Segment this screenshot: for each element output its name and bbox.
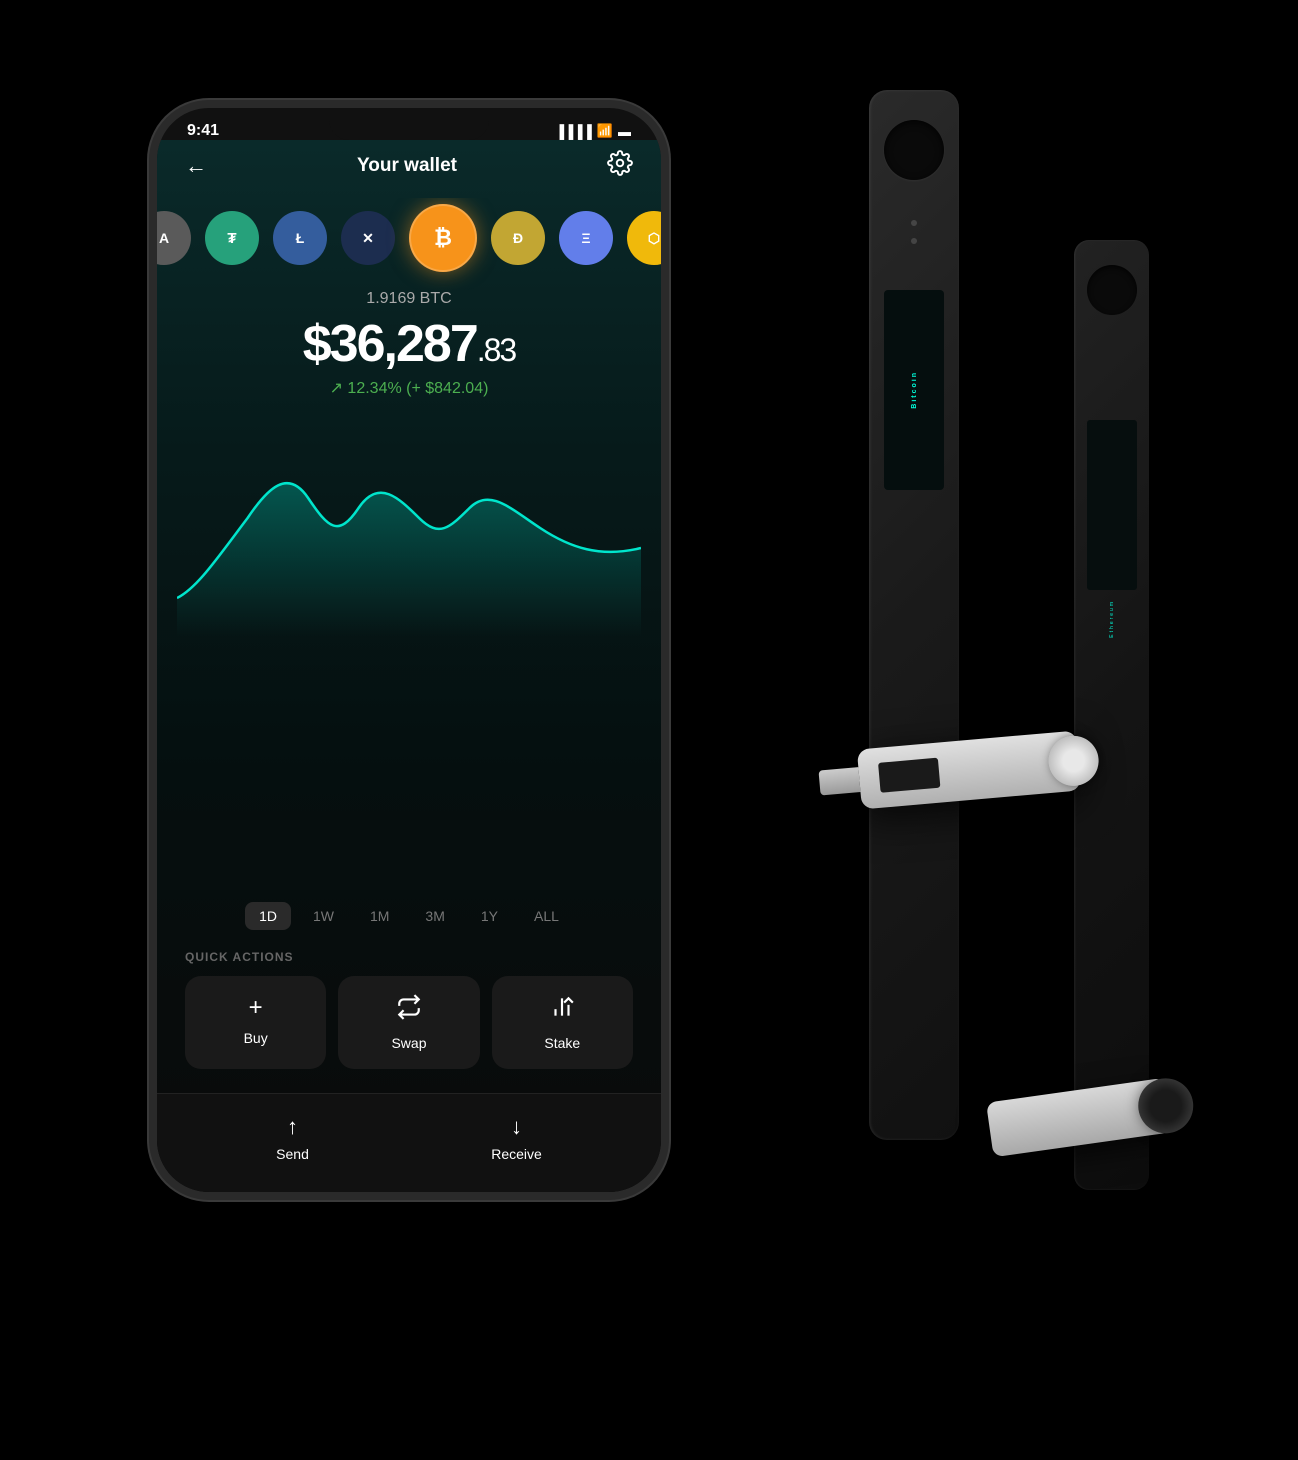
- quick-actions-label: QUICK ACTIONS: [157, 950, 661, 976]
- ledger-screen-2: [1087, 420, 1137, 590]
- back-button[interactable]: ←: [185, 153, 207, 179]
- ledger-nano-x-black-2: Ethereum: [1074, 240, 1149, 1190]
- wifi-icon: 📶: [597, 123, 613, 139]
- stake-icon: [549, 994, 575, 1027]
- ledger-screen-1: Bitcoin: [884, 290, 944, 490]
- coin-doge[interactable]: Ð: [491, 211, 545, 265]
- ledger-screen-text-2: Ethereum: [1109, 600, 1115, 638]
- stake-label: Stake: [544, 1035, 580, 1051]
- signal-icon: ▐▐▐▐: [555, 124, 592, 139]
- phone-power-button: [667, 288, 669, 408]
- coin-bnb[interactable]: ⬡: [627, 211, 661, 265]
- balance-crypto: 1.9169 BTC: [177, 290, 641, 308]
- swap-icon: [396, 994, 422, 1027]
- coin-litecoin[interactable]: Ł: [273, 211, 327, 265]
- buy-button[interactable]: + Buy: [185, 976, 326, 1069]
- ledger-screen-text-1: Bitcoin: [911, 371, 918, 409]
- coin-bitcoin[interactable]: ₿: [409, 204, 477, 272]
- coin-tether[interactable]: ₮: [205, 211, 259, 265]
- nav-bar: ← Your wallet: [157, 140, 661, 198]
- coin-algo[interactable]: A: [157, 211, 191, 265]
- ledger-nano-s-screen: [878, 758, 940, 793]
- send-button[interactable]: ↑ Send: [276, 1114, 309, 1162]
- battery-icon: ▬: [618, 124, 631, 139]
- phone-notch: [329, 108, 489, 140]
- receive-icon: ↓: [511, 1114, 522, 1140]
- bottom-bar: ↑ Send ↓ Receive: [157, 1093, 661, 1192]
- balance-section: 1.9169 BTC $36,287.83 ↗ 12.34% (+ $842.0…: [157, 290, 661, 408]
- phone-volume-button: [149, 308, 151, 388]
- balance-cents: .83: [477, 332, 515, 368]
- stake-button[interactable]: Stake: [492, 976, 633, 1069]
- status-time: 9:41: [187, 122, 219, 140]
- buy-icon: +: [249, 994, 263, 1022]
- filter-3m[interactable]: 3M: [411, 902, 458, 930]
- chart-container: [157, 408, 661, 890]
- coin-carousel[interactable]: A ₮ Ł ✕ ₿ Ð Ξ ⬡: [157, 198, 661, 290]
- balance-change: ↗ 12.34% (+ $842.04): [177, 378, 641, 398]
- ledger-nano-x-black: Bitcoin: [869, 90, 959, 1140]
- gear-icon: [607, 150, 633, 176]
- ledger-usb-connector: [818, 767, 860, 795]
- filter-1m[interactable]: 1M: [356, 902, 403, 930]
- settings-button[interactable]: [607, 150, 633, 182]
- quick-actions: + Buy Swap: [157, 976, 661, 1093]
- wallet-title: Your wallet: [357, 155, 457, 177]
- coin-ethereum[interactable]: Ξ: [559, 211, 613, 265]
- swap-button[interactable]: Swap: [338, 976, 479, 1069]
- coin-xrp[interactable]: ✕: [341, 211, 395, 265]
- time-filters: 1D 1W 1M 3M 1Y ALL: [157, 890, 661, 950]
- filter-1d[interactable]: 1D: [245, 902, 291, 930]
- balance-fiat: $36,287.83: [177, 314, 641, 374]
- receive-label: Receive: [491, 1146, 542, 1162]
- phone-frame: 9:41 ▐▐▐▐ 📶 ▬ ← Your wallet: [149, 100, 669, 1200]
- receive-button[interactable]: ↓ Receive: [491, 1114, 542, 1162]
- filter-1y[interactable]: 1Y: [467, 902, 512, 930]
- swap-label: Swap: [391, 1035, 426, 1051]
- price-chart: [177, 418, 641, 638]
- send-label: Send: [276, 1146, 309, 1162]
- phone-screen: ← Your wallet A ₮ Ł ✕ ₿ Ð Ξ ⬡: [157, 140, 661, 1192]
- scene: 9:41 ▐▐▐▐ 📶 ▬ ← Your wallet: [99, 40, 1199, 1420]
- buy-label: Buy: [244, 1030, 268, 1046]
- balance-main: $36,287: [303, 315, 477, 373]
- filter-all[interactable]: ALL: [520, 902, 573, 930]
- status-icons: ▐▐▐▐ 📶 ▬: [555, 123, 631, 139]
- filter-1w[interactable]: 1W: [299, 902, 348, 930]
- send-icon: ↑: [287, 1114, 298, 1140]
